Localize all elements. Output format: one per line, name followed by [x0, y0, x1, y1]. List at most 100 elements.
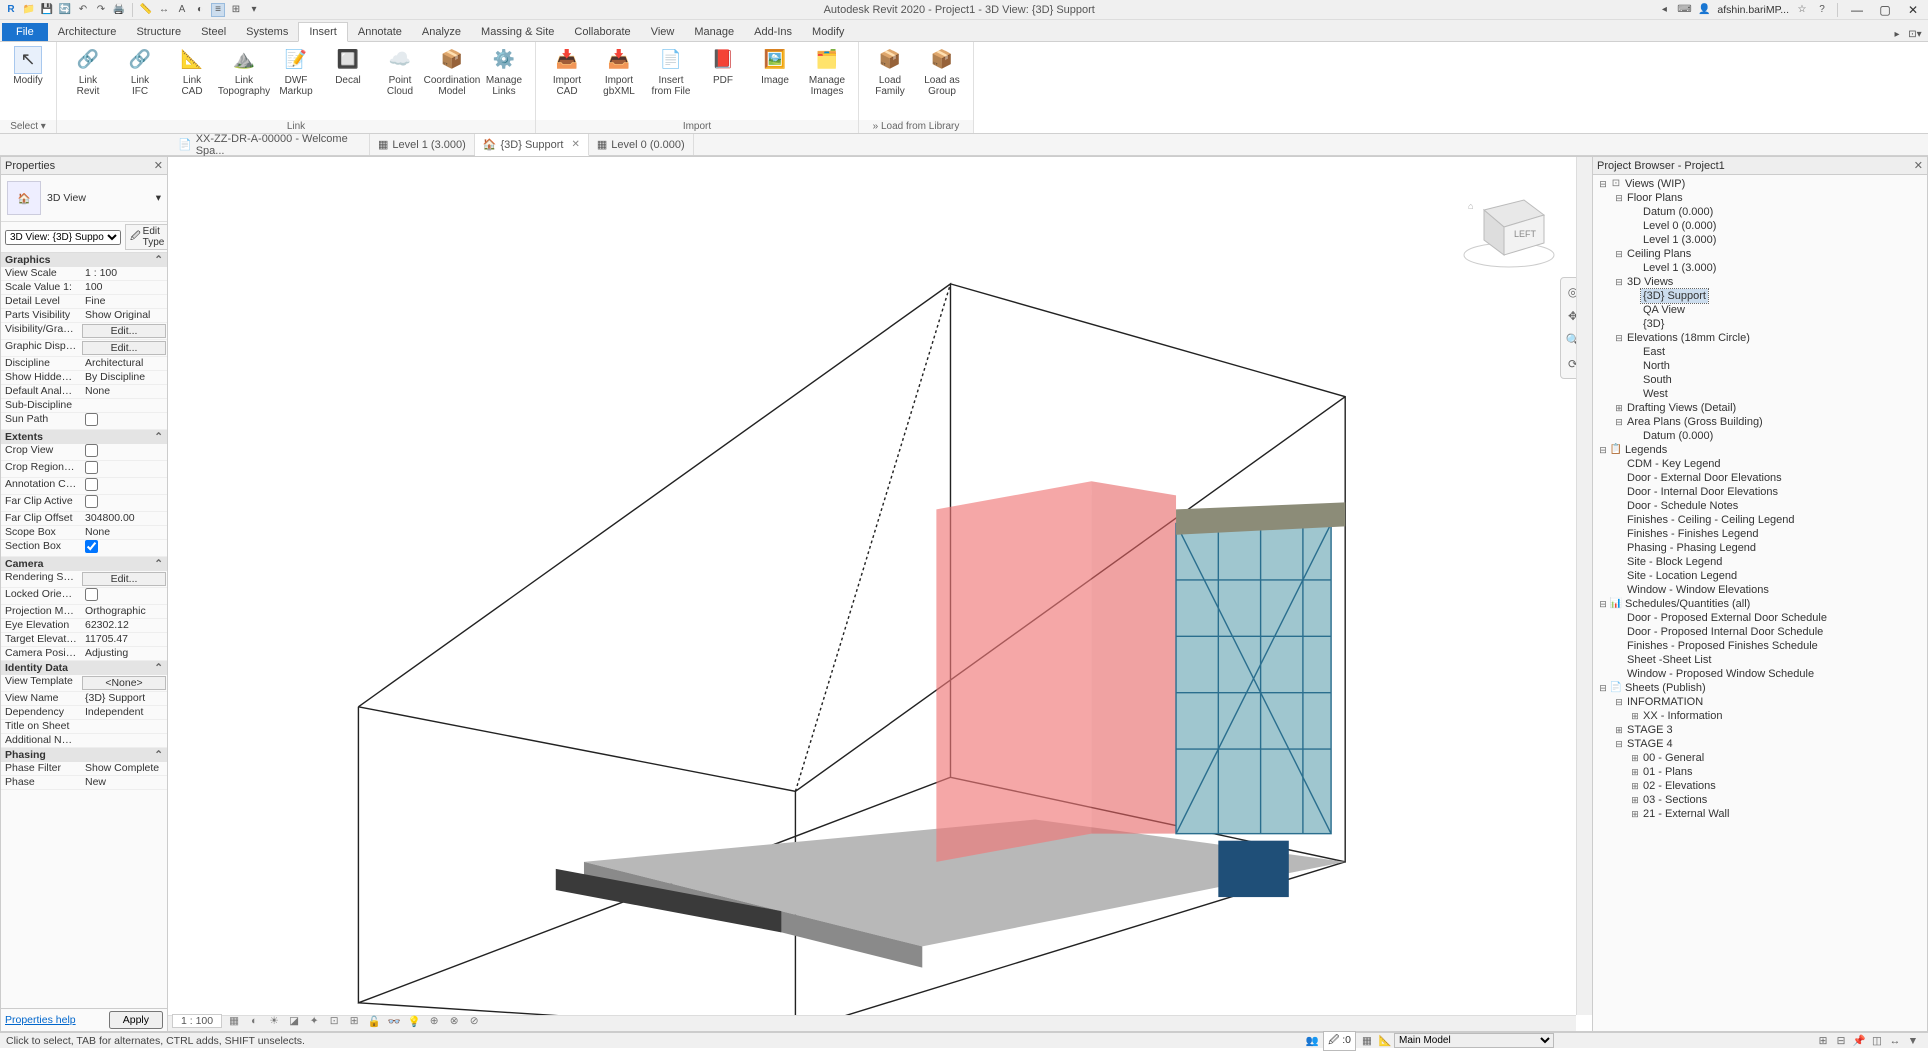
- status-select-face-icon[interactable]: ◫: [1868, 1035, 1886, 1047]
- expand-icon[interactable]: ⊞: [1629, 793, 1641, 807]
- tab-annotate[interactable]: Annotate: [348, 23, 412, 41]
- tab-modify[interactable]: Modify: [802, 23, 854, 41]
- prop-group-graphics[interactable]: Graphics⌃: [1, 253, 167, 267]
- prop-value[interactable]: [81, 461, 167, 477]
- prop-checkbox[interactable]: [85, 461, 98, 474]
- constraints-icon[interactable]: ⊘: [466, 1013, 482, 1029]
- tree-item[interactable]: Sheet -Sheet List: [1593, 653, 1927, 667]
- status-select-links-icon[interactable]: ⊞: [1814, 1035, 1832, 1047]
- prop-value[interactable]: <None>: [82, 676, 166, 690]
- expand-icon[interactable]: ⊞: [1629, 751, 1641, 765]
- collapse-icon[interactable]: ⊟: [1613, 331, 1625, 345]
- ribbon-load-as-group[interactable]: 📦Load asGroup: [917, 44, 967, 99]
- tree-item[interactable]: ⊟Area Plans (Gross Building): [1593, 415, 1927, 429]
- tree-item[interactable]: East: [1593, 345, 1927, 359]
- qat-print-icon[interactable]: 🖨️: [112, 3, 126, 17]
- prop-value[interactable]: [81, 734, 167, 747]
- status-drag-icon[interactable]: ↔: [1886, 1035, 1904, 1047]
- qat-undo-icon[interactable]: ↶: [76, 3, 90, 17]
- tree-item[interactable]: ⊞Drafting Views (Detail): [1593, 401, 1927, 415]
- properties-help-link[interactable]: Properties help: [5, 1014, 76, 1026]
- tree-item[interactable]: Window - Proposed Window Schedule: [1593, 667, 1927, 681]
- ribbon-collapse-icon[interactable]: ⊡▾: [1908, 27, 1922, 41]
- ribbon-load-family[interactable]: 📦LoadFamily: [865, 44, 915, 99]
- collapse-icon[interactable]: ⊟: [1597, 681, 1609, 695]
- tree-item[interactable]: ⊞STAGE 3: [1593, 723, 1927, 737]
- collapse-icon[interactable]: ⊟: [1613, 695, 1625, 709]
- tree-item[interactable]: Door - Proposed Internal Door Schedule: [1593, 625, 1927, 639]
- tab-view[interactable]: View: [641, 23, 685, 41]
- tree-item[interactable]: Door - Schedule Notes: [1593, 499, 1927, 513]
- crop-region-icon[interactable]: ⊞: [346, 1013, 362, 1029]
- prop-value[interactable]: By Discipline: [81, 371, 167, 384]
- prop-value[interactable]: Show Complete: [81, 762, 167, 775]
- prop-value[interactable]: 62302.12: [81, 619, 167, 632]
- ribbon-manage-images[interactable]: 🗂️ManageImages: [802, 44, 852, 99]
- prop-value[interactable]: Orthographic: [81, 605, 167, 618]
- viewcube-home-icon[interactable]: ⌂: [1468, 201, 1473, 211]
- qat-measure-icon[interactable]: 📏: [139, 3, 153, 17]
- apply-button[interactable]: Apply: [109, 1011, 163, 1029]
- tree-item[interactable]: ⊟INFORMATION: [1593, 695, 1927, 709]
- collapse-icon[interactable]: ⊟: [1613, 275, 1625, 289]
- prop-checkbox[interactable]: [85, 444, 98, 457]
- tree-item[interactable]: ⊟STAGE 4: [1593, 737, 1927, 751]
- tree-item[interactable]: Site - Block Legend: [1593, 555, 1927, 569]
- unlock-icon[interactable]: 🔓: [366, 1013, 382, 1029]
- tree-item[interactable]: ⊞03 - Sections: [1593, 793, 1927, 807]
- prop-group-camera[interactable]: Camera⌃: [1, 557, 167, 571]
- collapse-icon[interactable]: ⊟: [1597, 443, 1609, 457]
- crop-view-icon[interactable]: ⊡: [326, 1013, 342, 1029]
- shadows-icon[interactable]: ◪: [286, 1013, 302, 1029]
- ribbon-link-ifc[interactable]: 🔗LinkIFC: [115, 44, 165, 99]
- help-icon[interactable]: ?: [1815, 3, 1829, 17]
- prop-group-identity-data[interactable]: Identity Data⌃: [1, 661, 167, 675]
- prop-value[interactable]: [81, 413, 167, 429]
- tab-file[interactable]: File: [2, 23, 48, 41]
- temp-hide-icon[interactable]: 👓: [386, 1013, 402, 1029]
- close-button[interactable]: ✕: [1902, 3, 1924, 17]
- qat-thinlines-icon[interactable]: ≡: [211, 3, 225, 17]
- tree-item[interactable]: Finishes - Finishes Legend: [1593, 527, 1927, 541]
- tree-item[interactable]: ⊞00 - General: [1593, 751, 1927, 765]
- expand-icon[interactable]: ⊞: [1629, 779, 1641, 793]
- tab-systems[interactable]: Systems: [236, 23, 298, 41]
- ribbon-dwf-markup[interactable]: 📝DWFMarkup: [271, 44, 321, 99]
- minimize-button[interactable]: —: [1846, 3, 1868, 17]
- prop-value[interactable]: [81, 444, 167, 460]
- tab-massing-site[interactable]: Massing & Site: [471, 23, 564, 41]
- prop-value[interactable]: Independent: [81, 706, 167, 719]
- prop-value[interactable]: Fine: [81, 295, 167, 308]
- expand-icon[interactable]: ⊞: [1629, 765, 1641, 779]
- qat-sync-icon[interactable]: 🔄: [58, 3, 72, 17]
- prop-value[interactable]: 11705.47: [81, 633, 167, 646]
- tab-steel[interactable]: Steel: [191, 23, 236, 41]
- tree-item[interactable]: Phasing - Phasing Legend: [1593, 541, 1927, 555]
- tab-manage[interactable]: Manage: [684, 23, 744, 41]
- status-select-underlay-icon[interactable]: ⊟: [1832, 1035, 1850, 1047]
- prop-value[interactable]: [81, 399, 167, 412]
- tree-item[interactable]: ⊟📋Legends: [1593, 443, 1927, 457]
- qat-text-icon[interactable]: A: [175, 3, 189, 17]
- worksharing-icon[interactable]: ⊕: [426, 1013, 442, 1029]
- ribbon-decal[interactable]: 🔲Decal: [323, 44, 373, 99]
- prop-group-phasing[interactable]: Phasing⌃: [1, 748, 167, 762]
- maximize-button[interactable]: ▢: [1874, 3, 1896, 17]
- status-filter2-icon[interactable]: ▼: [1904, 1035, 1922, 1047]
- tab-structure[interactable]: Structure: [126, 23, 191, 41]
- status-select-pinned-icon[interactable]: 📌: [1850, 1034, 1868, 1047]
- tree-item[interactable]: South: [1593, 373, 1927, 387]
- tree-item[interactable]: Finishes - Ceiling - Ceiling Legend: [1593, 513, 1927, 527]
- collapse-icon[interactable]: ⊟: [1613, 415, 1625, 429]
- ribbon-play-icon[interactable]: ▸: [1890, 27, 1904, 41]
- ribbon-link-cad[interactable]: 📐LinkCAD: [167, 44, 217, 99]
- properties-close-icon[interactable]: ✕: [154, 159, 163, 172]
- prop-value[interactable]: New: [81, 776, 167, 789]
- tab-collaborate[interactable]: Collaborate: [564, 23, 640, 41]
- view-scale-button[interactable]: 1 : 100: [172, 1014, 222, 1028]
- collapse-icon[interactable]: ⊟: [1597, 177, 1609, 191]
- tab-insert[interactable]: Insert: [298, 22, 348, 42]
- qat-close-hidden-icon[interactable]: ⊞: [229, 3, 243, 17]
- tree-item[interactable]: West: [1593, 387, 1927, 401]
- instance-dropdown[interactable]: 3D View: {3D} Suppo: [5, 230, 121, 245]
